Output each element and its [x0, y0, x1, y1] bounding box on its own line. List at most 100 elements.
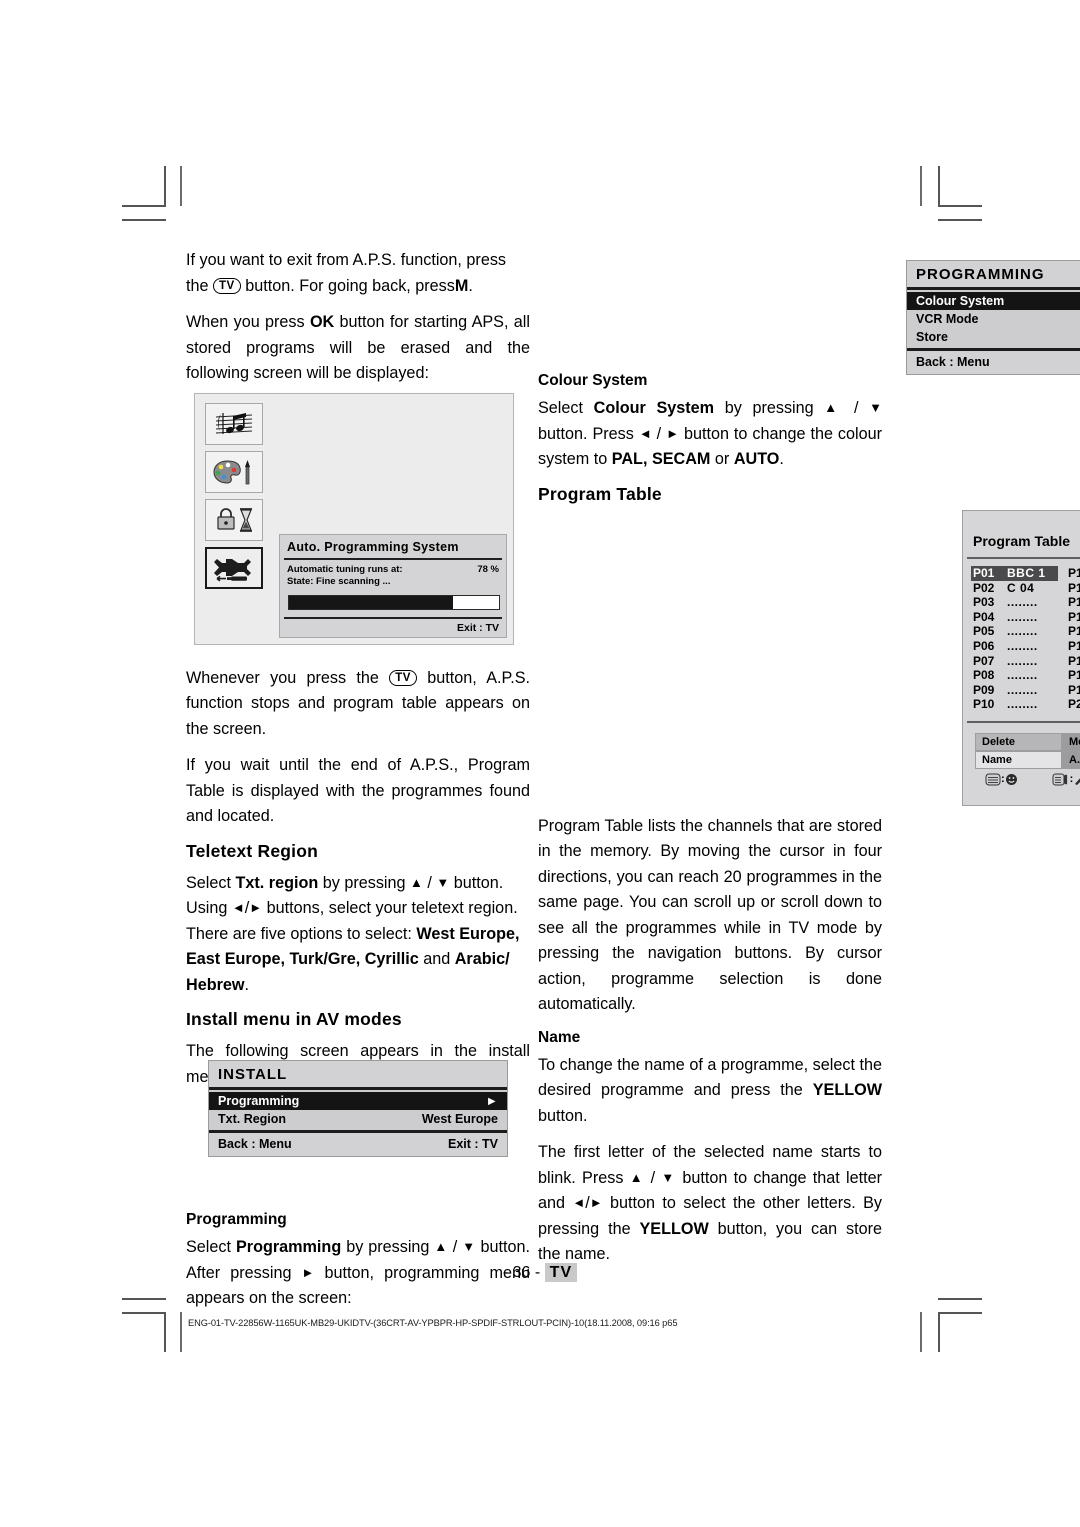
aps-panel-status: Automatic tuning runs at: State: Fine sc…: [280, 560, 506, 588]
crop-mark-top-right-bleed-horizontal: [938, 219, 982, 221]
text-exit-aps-the: the: [186, 276, 209, 295]
program-entry-name: ........: [1007, 653, 1038, 668]
install-menu-row-label: Programming: [218, 1094, 300, 1108]
aps-screen-figure: Auto. Programming System Automatic tunin…: [194, 393, 514, 645]
crop-mark-bottom-left-horizontal: [122, 1312, 166, 1314]
program-entry-name: BBC 1: [1007, 566, 1046, 580]
text-prog-by-pressing: by pressing: [346, 1238, 430, 1256]
program-entry-id: P14: [1068, 609, 1080, 624]
wrench-screwdriver-icon[interactable]: [205, 547, 263, 589]
heading-program-table: Program Table: [538, 483, 662, 504]
programming-menu-row-2[interactable]: Store: [907, 328, 1080, 346]
page-content: If you want to exit from A.P.S. function…: [186, 248, 1080, 1307]
program-table-entry[interactable]: P20........: [1066, 697, 1080, 712]
install-menu-row-value: West Europe: [421, 1112, 498, 1126]
program-table-entry[interactable]: P04........: [971, 610, 1058, 625]
programming-back-hint: Back : Menu: [916, 355, 990, 369]
left-arrow-icon-3: ◄: [638, 425, 652, 441]
right-arrow-icon-4: ►: [589, 1195, 603, 1210]
program-entry-id: P01: [973, 566, 995, 580]
program-entry-name: ........: [1007, 638, 1038, 653]
program-table-entry[interactable]: P16........: [1066, 639, 1080, 654]
program-table-entry[interactable]: P08........: [971, 668, 1058, 683]
name-button[interactable]: Name: [975, 750, 1062, 769]
text-teletext-by-pressing: by pressing: [322, 873, 406, 892]
left-arrow-icon: ◄: [231, 900, 245, 915]
program-table-entry[interactable]: P12........: [1066, 581, 1080, 596]
slash-4: /: [853, 399, 859, 417]
text-cs-button-1: button. Press: [538, 424, 634, 443]
text-option-group-2: East Europe, Turk/Gre, Cyrillic: [186, 950, 419, 968]
program-table-entry[interactable]: P02 C 04: [971, 581, 1058, 596]
text-option-west-europe: West Europe,: [416, 924, 520, 943]
program-entry-name: ........: [1007, 609, 1038, 624]
install-menu-footer: Back : Menu Exit : TV: [209, 1133, 507, 1156]
text-name-button: button.: [538, 1106, 588, 1125]
music-note-icon[interactable]: [205, 403, 263, 445]
text-cs-secam: SECAM: [651, 450, 711, 468]
paint-palette-icon[interactable]: [205, 451, 263, 493]
program-table-entry[interactable]: P06........: [971, 639, 1058, 654]
paragraph-press-ok: When you press OK button for starting AP…: [186, 310, 530, 387]
move-button[interactable]: Move: [1062, 732, 1080, 751]
text-key-ok: OK: [309, 313, 335, 331]
aps-icon-column: [205, 403, 263, 595]
program-table-entry[interactable]: P10........: [971, 697, 1058, 712]
program-entry-name: ........: [1007, 697, 1038, 712]
program-table-entry[interactable]: P11........: [1066, 566, 1080, 581]
program-table-entry[interactable]: P17........: [1066, 654, 1080, 669]
program-entry-id: P16: [1068, 638, 1080, 653]
program-table-entry[interactable]: P19........: [1066, 683, 1080, 698]
text-key-m: M: [454, 276, 469, 295]
program-table-entry[interactable]: P15........: [1066, 624, 1080, 639]
paragraph-exit-aps: If you want to exit from A.P.S. function…: [186, 248, 530, 299]
text-cs-by-pressing: by pressing: [724, 399, 814, 417]
install-menu-screen: INSTALL Programming ► Txt. Region West Euro…: [208, 1060, 508, 1157]
program-entry-name: C 04: [1007, 580, 1035, 595]
right-arrow-icon: ►: [249, 900, 263, 915]
programming-menu-row-0[interactable]: Colour SystemPAL: [907, 292, 1080, 310]
crop-mark-top-left-bleed-horizontal: [122, 219, 166, 221]
lock-hourglass-icon[interactable]: [205, 499, 263, 541]
text-exit-aps-end: .: [468, 276, 473, 295]
list-smiley-glyph: :: [985, 773, 1018, 786]
text-exit-aps-line1: If you want to exit from A.P.S. function…: [186, 251, 507, 269]
program-table-screen: P01 Program Table P01BBC 1P11........P02…: [962, 510, 1080, 806]
install-menu-row-1[interactable]: Txt. Region West Europe: [209, 1110, 507, 1128]
down-arrow-icon-2: ▼: [462, 1239, 476, 1254]
program-table-entry[interactable]: P13........: [1066, 595, 1080, 610]
programming-menu-row-1[interactable]: VCR ModeOff: [907, 310, 1080, 328]
paragraph-teletext-select: Select Txt. region by pressing ▲ / ▼ but…: [186, 871, 530, 999]
aps-button[interactable]: A.P.S: [1062, 750, 1080, 769]
text-teletext-select: Select: [186, 873, 231, 892]
program-table-entry[interactable]: P01 BBC 1: [971, 566, 1058, 581]
program-table-entry[interactable]: P14........: [1066, 610, 1080, 625]
delete-button[interactable]: Delete: [975, 732, 1062, 751]
aps-progress-bar: [288, 595, 500, 610]
programming-menu-title: PROGRAMMING: [916, 266, 1045, 283]
program-entry-id: P03: [973, 595, 995, 610]
program-table-entry[interactable]: P18........: [1066, 668, 1080, 683]
down-arrow-icon: ▼: [436, 874, 450, 890]
install-exit-hint: Exit : TV: [447, 1137, 498, 1151]
aps-exit-hint: Exit : TV: [456, 622, 499, 634]
program-entry-id: P06: [973, 638, 995, 653]
install-menu-row-0[interactable]: Programming ►: [209, 1092, 507, 1110]
program-table-entry[interactable]: P09........: [971, 683, 1058, 698]
up-arrow-icon-3: ▲: [824, 400, 844, 415]
program-table-entry[interactable]: P07........: [971, 654, 1058, 669]
crop-mark-bottom-right-horizontal: [938, 1312, 982, 1314]
program-table-entry[interactable]: P05........: [971, 624, 1058, 639]
page-tv-tag: TV: [544, 1263, 578, 1282]
slash-5: /: [656, 424, 662, 443]
heading-name: Name: [538, 1028, 581, 1046]
text-prog-bold: Programming: [235, 1238, 342, 1256]
slash-6: /: [650, 1168, 656, 1187]
program-table-entry[interactable]: P03........: [971, 595, 1058, 610]
text-cs-bold: Colour System: [593, 399, 715, 417]
down-arrow-icon-3: ▼: [869, 400, 883, 415]
crop-mark-top-right-vertical: [938, 166, 940, 206]
right-column: PROGRAMMING Colour SystemPALVCR ModeOff S…: [538, 248, 1080, 1279]
program-entry-id: P05: [973, 624, 995, 639]
program-entry-name: ........: [1007, 624, 1038, 639]
